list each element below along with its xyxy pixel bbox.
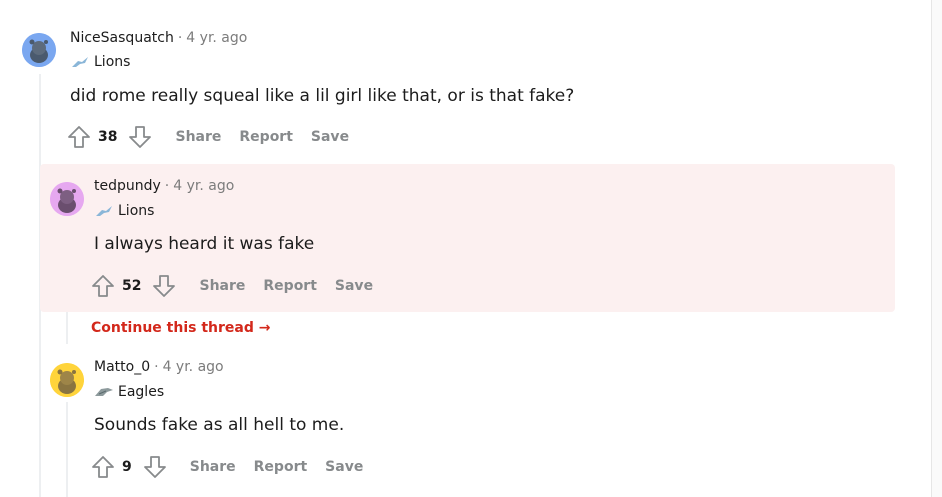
timestamp[interactable]: 4 yr. ago xyxy=(163,359,224,375)
scrollbar[interactable] xyxy=(931,0,942,497)
user-flair: Eagles xyxy=(94,384,164,400)
comment-actions: 9 Share Report Save xyxy=(90,454,363,480)
comment-body: I always heard it was fake xyxy=(94,234,315,254)
vote-score: 38 xyxy=(98,129,118,145)
snoo-avatar-icon xyxy=(22,33,56,67)
user-flair: Lions xyxy=(70,54,130,70)
continue-thread-label: Continue this thread xyxy=(91,320,254,336)
timestamp[interactable]: 4 yr. ago xyxy=(186,30,247,46)
separator-dot: · xyxy=(164,178,170,194)
author-name[interactable]: tedpundy xyxy=(94,178,161,194)
share-button[interactable]: Share xyxy=(175,129,221,145)
lions-flair-icon xyxy=(96,206,112,216)
avatar[interactable] xyxy=(50,363,84,397)
report-button[interactable]: Report xyxy=(239,129,293,145)
comment-actions: 52 Share Report Save xyxy=(90,273,373,299)
arrow-right-icon: → xyxy=(258,320,271,336)
flair-text: Lions xyxy=(94,54,131,70)
separator-dot: · xyxy=(177,30,183,46)
downvote-icon[interactable] xyxy=(151,273,177,299)
comment-actions: 38 Share Report Save xyxy=(66,124,349,150)
flair-text: Lions xyxy=(118,203,155,219)
downvote-icon[interactable] xyxy=(142,454,168,480)
avatar[interactable] xyxy=(50,182,84,216)
separator-dot: · xyxy=(154,359,159,375)
avatar[interactable] xyxy=(22,33,56,67)
share-button[interactable]: Share xyxy=(199,278,245,294)
comment-body: Sounds fake as all hell to me. xyxy=(94,415,345,435)
thread-line-reply-2[interactable] xyxy=(66,402,68,497)
report-button[interactable]: Report xyxy=(263,278,317,294)
comment-meta: Matto_0 · 4 yr. ago xyxy=(94,359,224,375)
user-flair: Lions xyxy=(94,203,154,219)
downvote-icon[interactable] xyxy=(127,124,153,150)
upvote-icon[interactable] xyxy=(66,124,92,150)
save-button[interactable]: Save xyxy=(335,278,373,294)
lions-flair-icon xyxy=(72,57,88,67)
comment-meta: NiceSasquatch · 4 yr. ago xyxy=(70,30,247,46)
snoo-avatar-icon xyxy=(50,363,84,397)
author-name[interactable]: NiceSasquatch xyxy=(70,30,174,46)
report-button[interactable]: Report xyxy=(254,459,308,475)
upvote-icon[interactable] xyxy=(90,454,116,480)
save-button[interactable]: Save xyxy=(311,129,349,145)
comment-body: did rome really squeal like a lil girl l… xyxy=(70,86,575,106)
vote-score: 9 xyxy=(122,459,132,475)
continue-thread-link[interactable]: Continue this thread → xyxy=(91,320,270,336)
share-button[interactable]: Share xyxy=(190,459,236,475)
author-name[interactable]: Matto_0 xyxy=(94,359,150,375)
snoo-avatar-icon xyxy=(50,182,84,216)
eagles-flair-icon xyxy=(95,388,113,396)
upvote-icon[interactable] xyxy=(90,273,116,299)
flair-text: Eagles xyxy=(118,384,165,400)
comment-meta: tedpundy · 4 yr. ago xyxy=(94,178,234,194)
save-button[interactable]: Save xyxy=(325,459,363,475)
vote-score: 52 xyxy=(122,278,142,294)
timestamp[interactable]: 4 yr. ago xyxy=(173,178,234,194)
